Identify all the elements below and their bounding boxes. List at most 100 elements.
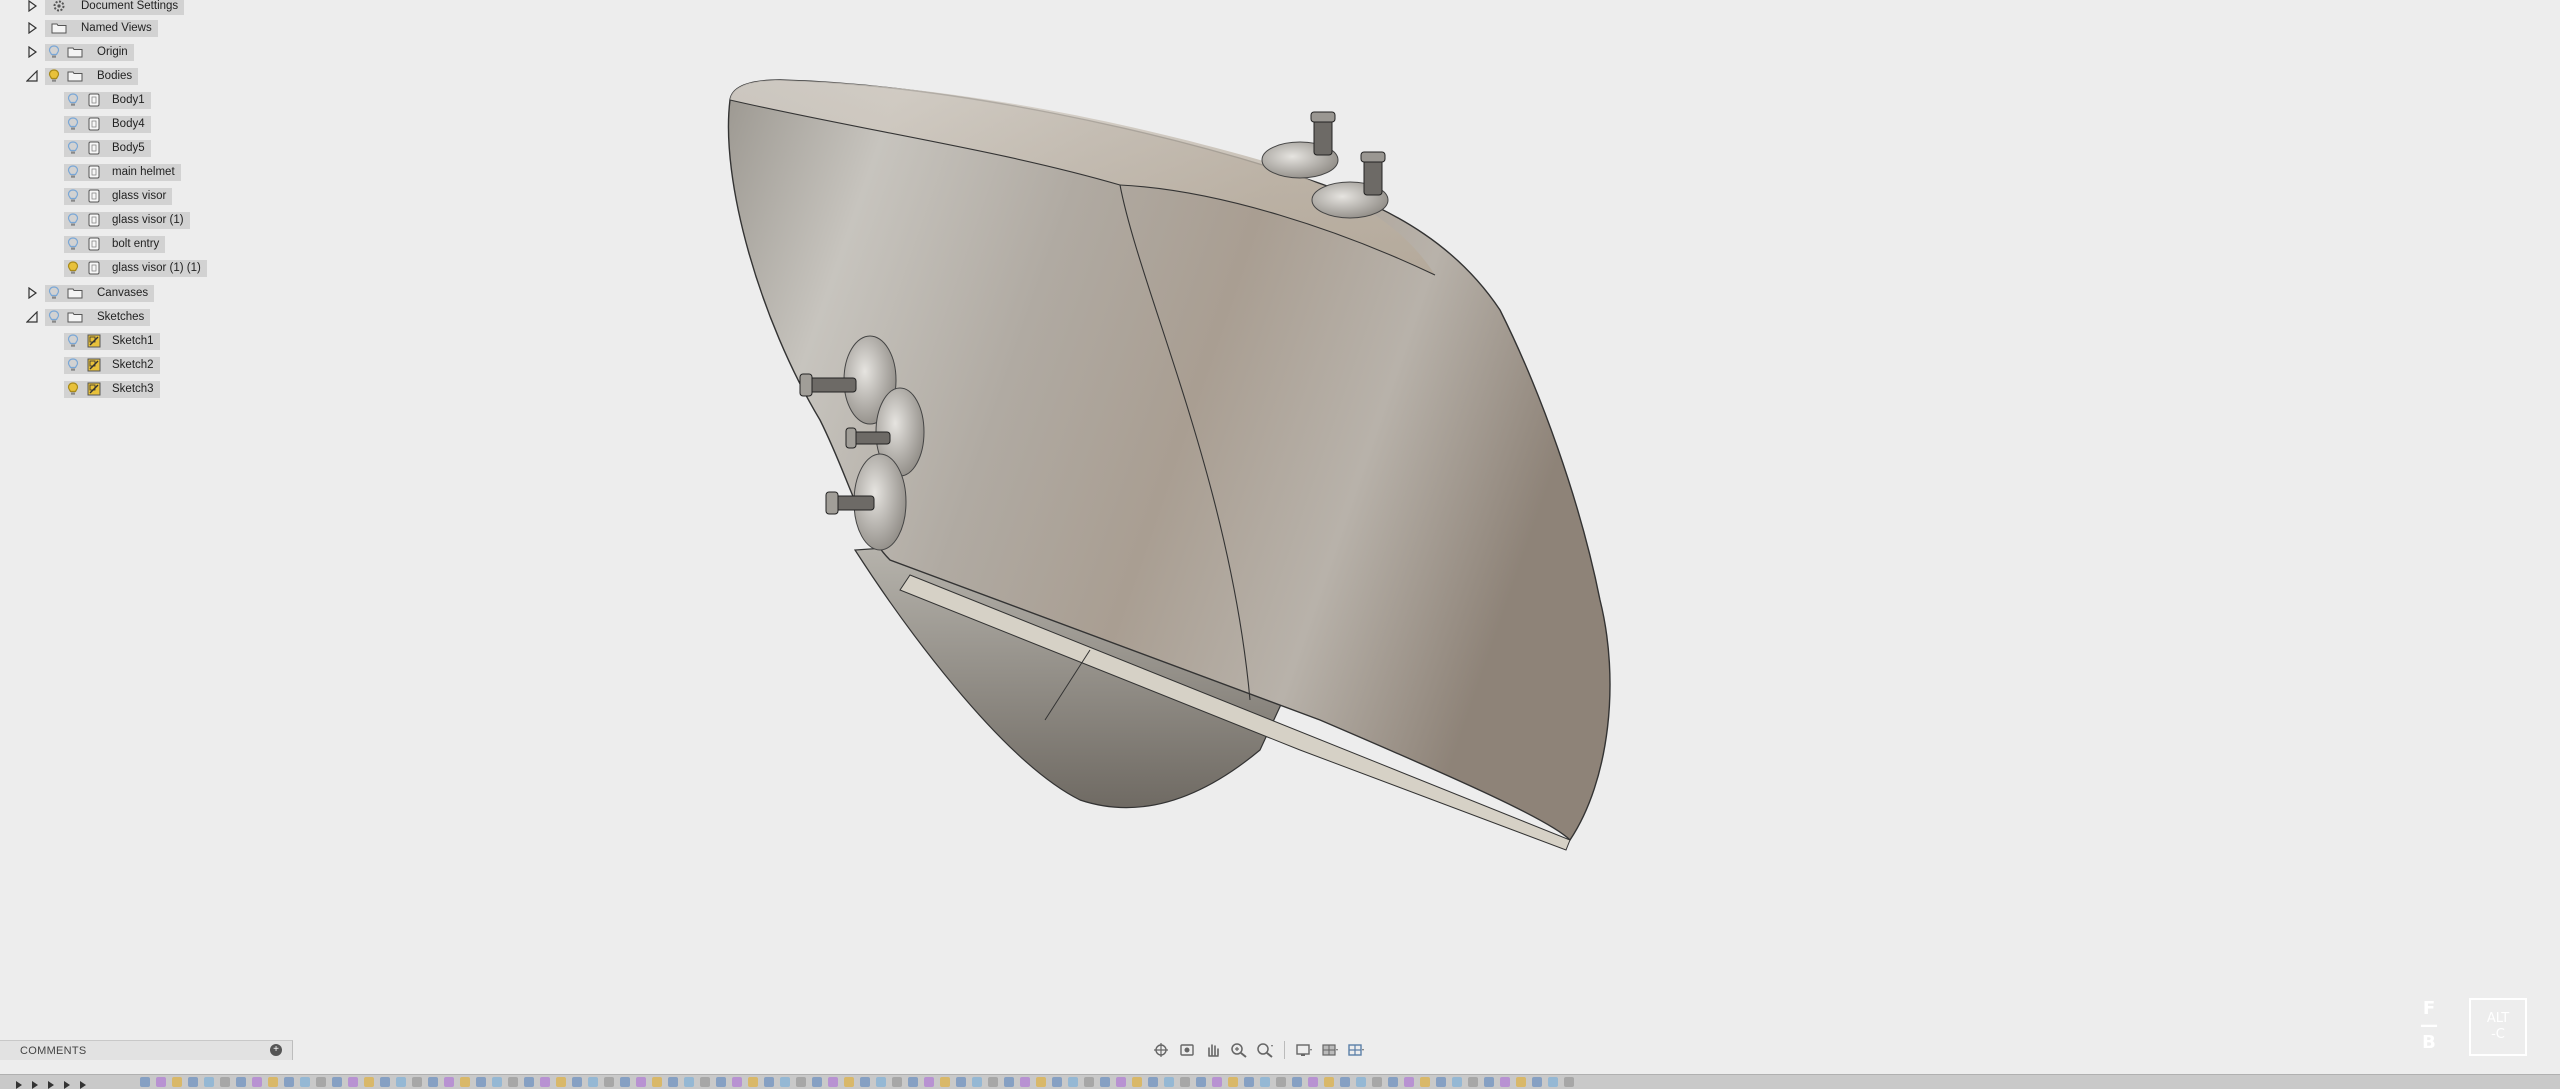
visibility-bulb-icon[interactable] bbox=[66, 213, 80, 227]
visibility-bulb-icon[interactable] bbox=[66, 237, 80, 251]
timeline-feature-icon[interactable] bbox=[268, 1077, 278, 1087]
timeline-feature-icon[interactable] bbox=[1212, 1077, 1222, 1087]
browser-item-glass-visor-1-1[interactable]: glass visor (1) (1) bbox=[64, 257, 207, 279]
timeline-feature-icon[interactable] bbox=[1196, 1077, 1206, 1087]
timeline-feature-icon[interactable] bbox=[1516, 1077, 1526, 1087]
timeline-feature-icon[interactable] bbox=[348, 1077, 358, 1087]
timeline-prev-icon[interactable] bbox=[30, 1077, 40, 1089]
timeline-feature-icon[interactable] bbox=[300, 1077, 310, 1087]
timeline-feature-icon[interactable] bbox=[668, 1077, 678, 1087]
timeline-feature-icon[interactable] bbox=[860, 1077, 870, 1087]
comments-panel[interactable]: COMMENTS + bbox=[0, 1040, 293, 1060]
visibility-bulb-icon[interactable] bbox=[66, 382, 80, 396]
browser-item-glass-visor[interactable]: glass visor bbox=[64, 185, 173, 207]
browser-item-body5[interactable]: Body5 bbox=[64, 137, 151, 159]
visibility-bulb-icon[interactable] bbox=[47, 69, 61, 83]
browser-item-body1[interactable]: Body1 bbox=[64, 89, 151, 111]
timeline-feature-icon[interactable] bbox=[476, 1077, 486, 1087]
timeline-feature-icon[interactable] bbox=[1004, 1077, 1014, 1087]
visibility-bulb-icon[interactable] bbox=[66, 334, 80, 348]
visibility-bulb-icon[interactable] bbox=[66, 261, 80, 275]
timeline-end-icon[interactable] bbox=[78, 1077, 88, 1089]
timeline-feature-icon[interactable] bbox=[396, 1077, 406, 1087]
visibility-bulb-icon[interactable] bbox=[66, 189, 80, 203]
timeline-feature-icon[interactable] bbox=[812, 1077, 822, 1087]
helmet-model[interactable] bbox=[700, 60, 1640, 860]
timeline-feature-icon[interactable] bbox=[508, 1077, 518, 1087]
zoom-window-icon[interactable] bbox=[1254, 1040, 1276, 1060]
browser-item-sketch3[interactable]: Sketch3 bbox=[64, 378, 160, 400]
timeline-feature-icon[interactable] bbox=[236, 1077, 246, 1087]
timeline-feature-icon[interactable] bbox=[556, 1077, 566, 1087]
timeline-feature-icon[interactable] bbox=[652, 1077, 662, 1087]
browser-item-named-views[interactable]: Named Views bbox=[25, 17, 158, 39]
browser-item-origin[interactable]: Origin bbox=[25, 41, 134, 63]
timeline-feature-icon[interactable] bbox=[220, 1077, 230, 1087]
timeline-feature-icon[interactable] bbox=[1436, 1077, 1446, 1087]
browser-item-sketch1[interactable]: Sketch1 bbox=[64, 330, 160, 352]
timeline-feature-icon[interactable] bbox=[1548, 1077, 1558, 1087]
timeline-feature-icon[interactable] bbox=[172, 1077, 182, 1087]
timeline-feature-icon[interactable] bbox=[780, 1077, 790, 1087]
timeline-feature-icon[interactable] bbox=[620, 1077, 630, 1087]
timeline-feature-icon[interactable] bbox=[364, 1077, 374, 1087]
timeline-start-icon[interactable] bbox=[14, 1077, 24, 1089]
timeline-feature-icon[interactable] bbox=[1404, 1077, 1414, 1087]
timeline-bar[interactable] bbox=[0, 1074, 2560, 1089]
timeline-feature-icon[interactable] bbox=[1340, 1077, 1350, 1087]
timeline-feature-icon[interactable] bbox=[732, 1077, 742, 1087]
timeline-feature-icon[interactable] bbox=[1116, 1077, 1126, 1087]
timeline-feature-icon[interactable] bbox=[1148, 1077, 1158, 1087]
browser-item-bolt-entry[interactable]: bolt entry bbox=[64, 233, 166, 255]
timeline-feature-icon[interactable] bbox=[1532, 1077, 1542, 1087]
timeline-feature-icon[interactable] bbox=[140, 1077, 150, 1087]
timeline-feature-icon[interactable] bbox=[1052, 1077, 1062, 1087]
timeline-feature-icon[interactable] bbox=[524, 1077, 534, 1087]
timeline-feature-icon[interactable] bbox=[1356, 1077, 1366, 1087]
timeline-feature-icon[interactable] bbox=[1324, 1077, 1334, 1087]
timeline-feature-icon[interactable] bbox=[1500, 1077, 1510, 1087]
timeline-feature-icon[interactable] bbox=[1244, 1077, 1254, 1087]
timeline-feature-icon[interactable] bbox=[956, 1077, 966, 1087]
timeline-feature-icon[interactable] bbox=[700, 1077, 710, 1087]
timeline-feature-icon[interactable] bbox=[1164, 1077, 1174, 1087]
timeline-feature-icon[interactable] bbox=[1228, 1077, 1238, 1087]
timeline-feature-icon[interactable] bbox=[1452, 1077, 1462, 1087]
timeline-feature-icon[interactable] bbox=[748, 1077, 758, 1087]
timeline-feature-icon[interactable] bbox=[1388, 1077, 1398, 1087]
timeline-feature-icon[interactable] bbox=[972, 1077, 982, 1087]
visibility-bulb-icon[interactable] bbox=[47, 286, 61, 300]
zoom-icon[interactable] bbox=[1228, 1040, 1250, 1060]
timeline-feature-icon[interactable] bbox=[156, 1077, 166, 1087]
timeline-feature-icon[interactable] bbox=[1308, 1077, 1318, 1087]
timeline-feature-icon[interactable] bbox=[924, 1077, 934, 1087]
timeline-feature-icon[interactable] bbox=[188, 1077, 198, 1087]
timeline-feature-icon[interactable] bbox=[428, 1077, 438, 1087]
pan-icon[interactable] bbox=[1202, 1040, 1224, 1060]
look-at-icon[interactable] bbox=[1176, 1040, 1198, 1060]
timeline-feature-icon[interactable] bbox=[588, 1077, 598, 1087]
timeline-feature-icon[interactable] bbox=[252, 1077, 262, 1087]
timeline-feature-icon[interactable] bbox=[1036, 1077, 1046, 1087]
visibility-bulb-icon[interactable] bbox=[66, 358, 80, 372]
browser-item-main-helmet[interactable]: main helmet bbox=[64, 161, 181, 183]
timeline-feature-icon[interactable] bbox=[1292, 1077, 1302, 1087]
timeline-feature-icon[interactable] bbox=[876, 1077, 886, 1087]
timeline-feature-icon[interactable] bbox=[444, 1077, 454, 1087]
viewports-icon[interactable] bbox=[1345, 1040, 1367, 1060]
timeline-feature-icon[interactable] bbox=[460, 1077, 470, 1087]
timeline-feature-icon[interactable] bbox=[892, 1077, 902, 1087]
timeline-feature-icon[interactable] bbox=[988, 1077, 998, 1087]
collapse-triangle-icon[interactable] bbox=[25, 69, 39, 83]
timeline-feature-icon[interactable] bbox=[1420, 1077, 1430, 1087]
browser-item-canvases[interactable]: Canvases bbox=[25, 282, 155, 304]
timeline-feature-icon[interactable] bbox=[1468, 1077, 1478, 1087]
timeline-feature-icon[interactable] bbox=[284, 1077, 294, 1087]
timeline-feature-icon[interactable] bbox=[828, 1077, 838, 1087]
timeline-feature-icon[interactable] bbox=[1180, 1077, 1190, 1087]
timeline-feature-icon[interactable] bbox=[636, 1077, 646, 1087]
timeline-feature-icon[interactable] bbox=[316, 1077, 326, 1087]
timeline-feature-icon[interactable] bbox=[380, 1077, 390, 1087]
timeline-feature-icon[interactable] bbox=[540, 1077, 550, 1087]
expand-triangle-icon[interactable] bbox=[25, 21, 39, 35]
